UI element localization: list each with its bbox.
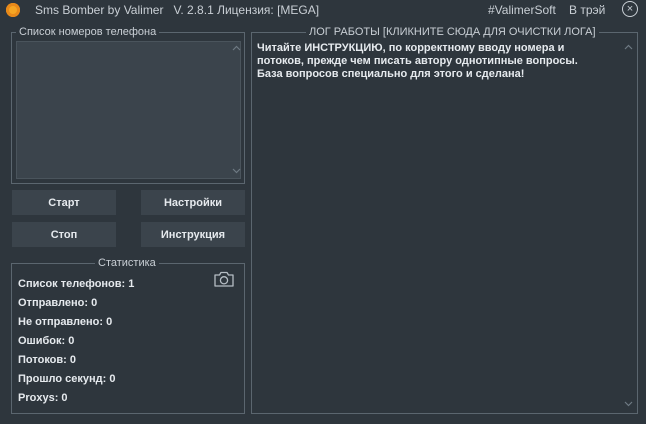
start-button[interactable]: Старт [12,190,116,215]
statistics-group: Статистика Список телефонов: 1 Отправлен… [11,257,245,414]
to-tray-button[interactable]: В трэй [569,3,605,17]
stat-threads: Потоков: 0 [18,354,76,366]
phone-list-group: Список номеров телефона [11,26,245,184]
stat-proxys: Proxys: 0 [18,392,68,404]
stat-seconds: Прошло секунд: 0 [18,373,116,385]
stat-phones-count: Список телефонов: 1 [18,278,135,290]
valimersoft-link[interactable]: #ValimerSoft [488,3,556,17]
window-title: Sms Bomber by Valimer V. 2.8.1 Лицензия:… [35,3,320,17]
statistics-title: Статистика [95,257,159,269]
camera-icon[interactable] [213,270,235,288]
close-icon: × [626,2,634,15]
app-logo-icon [6,3,20,17]
scroll-up-icon[interactable] [624,44,633,50]
log-line: Читайте ИНСТРУКЦИЮ, по корректному вводу… [257,42,565,54]
stat-errors: Ошибок: 0 [18,335,75,347]
log-text: Читайте ИНСТРУКЦИЮ, по корректному вводу… [257,42,627,81]
phone-list-title: Список номеров телефона [16,26,160,38]
instruction-button[interactable]: Инструкция [141,222,245,247]
scroll-down-icon[interactable] [624,401,633,407]
log-group: ЛОГ РАБОТЫ [КЛИКНИТЕ СЮДА ДЛЯ ОЧИСТКИ ЛО… [251,26,638,414]
scroll-down-icon[interactable] [232,168,241,174]
phone-list-input[interactable] [16,41,241,179]
log-line: потоков, прежде чем писать автору одноти… [257,55,578,67]
stat-not-sent: Не отправлено: 0 [18,316,113,328]
log-line: База вопросов специально для этого и сде… [257,68,525,80]
scroll-up-icon[interactable] [232,45,241,51]
log-area[interactable]: Читайте ИНСТРУКЦИЮ, по корректному вводу… [255,41,634,410]
stop-button[interactable]: Стоп [12,222,116,247]
settings-button[interactable]: Настройки [141,190,245,215]
main-window: Sms Bomber by Valimer V. 2.8.1 Лицензия:… [0,0,646,424]
stat-sent: Отправлено: 0 [18,297,98,309]
close-button[interactable]: × [622,1,638,17]
title-bar[interactable]: Sms Bomber by Valimer V. 2.8.1 Лицензия:… [0,0,646,22]
clear-log-title[interactable]: ЛОГ РАБОТЫ [КЛИКНИТЕ СЮДА ДЛЯ ОЧИСТКИ ЛО… [306,26,599,38]
